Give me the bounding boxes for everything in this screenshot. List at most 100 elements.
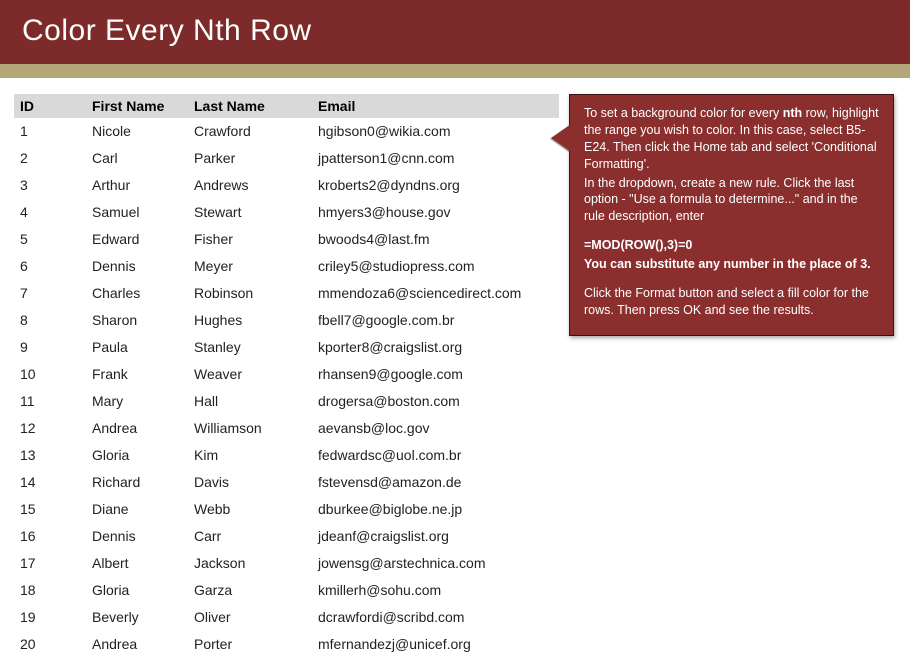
cell-id: 10 [14, 361, 86, 388]
cell-email: rhansen9@google.com [312, 361, 559, 388]
table-row: 10FrankWeaverrhansen9@google.com [14, 361, 559, 388]
table-row: 17AlbertJacksonjowensg@arstechnica.com [14, 550, 559, 577]
cell-id: 4 [14, 199, 86, 226]
cell-first: Gloria [86, 577, 188, 604]
cell-email: fstevensd@amazon.de [312, 469, 559, 496]
cell-email: mfernandezj@unicef.org [312, 631, 559, 658]
cell-id: 11 [14, 388, 86, 415]
cell-last: Davis [188, 469, 312, 496]
cell-email: drogersa@boston.com [312, 388, 559, 415]
table-row: 11MaryHalldrogersa@boston.com [14, 388, 559, 415]
col-header-id: ID [14, 94, 86, 118]
cell-first: Richard [86, 469, 188, 496]
table-row: 20AndreaPortermfernandezj@unicef.org [14, 631, 559, 658]
cell-id: 17 [14, 550, 86, 577]
table-row: 13GloriaKimfedwardsc@uol.com.br [14, 442, 559, 469]
cell-last: Carr [188, 523, 312, 550]
table-row: 18GloriaGarzakmillerh@sohu.com [14, 577, 559, 604]
table-row: 1NicoleCrawfordhgibson0@wikia.com [14, 118, 559, 145]
callout-p2: In the dropdown, create a new rule. Clic… [584, 175, 879, 226]
accent-bar [0, 64, 910, 78]
instruction-callout: To set a background color for every nth … [569, 94, 894, 336]
cell-id: 3 [14, 172, 86, 199]
callout-nth: nth [783, 106, 802, 120]
cell-first: Dennis [86, 523, 188, 550]
cell-email: aevansb@loc.gov [312, 415, 559, 442]
table-row: 16DennisCarrjdeanf@craigslist.org [14, 523, 559, 550]
callout-p3: Click the Format button and select a fil… [584, 285, 879, 319]
cell-id: 6 [14, 253, 86, 280]
table-row: 14RichardDavisfstevensd@amazon.de [14, 469, 559, 496]
cell-email: criley5@studiopress.com [312, 253, 559, 280]
cell-email: fbell7@google.com.br [312, 307, 559, 334]
cell-first: Mary [86, 388, 188, 415]
cell-id: 18 [14, 577, 86, 604]
cell-email: kroberts2@dyndns.org [312, 172, 559, 199]
table-row: 12AndreaWilliamsonaevansb@loc.gov [14, 415, 559, 442]
cell-id: 20 [14, 631, 86, 658]
callout-text: To set a background color for every [584, 106, 783, 120]
cell-last: Parker [188, 145, 312, 172]
col-header-last: Last Name [188, 94, 312, 118]
table-row: 7CharlesRobinsonmmendoza6@sciencedirect.… [14, 280, 559, 307]
cell-first: Dennis [86, 253, 188, 280]
cell-first: Paula [86, 334, 188, 361]
callout-formula: =MOD(ROW(),3)=0 [584, 237, 879, 254]
cell-id: 13 [14, 442, 86, 469]
cell-first: Andrea [86, 415, 188, 442]
cell-email: jdeanf@craigslist.org [312, 523, 559, 550]
cell-first: Sharon [86, 307, 188, 334]
cell-last: Fisher [188, 226, 312, 253]
cell-first: Frank [86, 361, 188, 388]
cell-last: Meyer [188, 253, 312, 280]
cell-first: Charles [86, 280, 188, 307]
cell-id: 12 [14, 415, 86, 442]
page-title: Color Every Nth Row [0, 0, 910, 64]
cell-id: 14 [14, 469, 86, 496]
cell-last: Williamson [188, 415, 312, 442]
callout-note: You can substitute any number in the pla… [584, 256, 879, 273]
cell-email: mmendoza6@sciencedirect.com [312, 280, 559, 307]
cell-id: 15 [14, 496, 86, 523]
col-header-first: First Name [86, 94, 188, 118]
table-row: 6DennisMeyercriley5@studiopress.com [14, 253, 559, 280]
cell-last: Webb [188, 496, 312, 523]
cell-last: Hughes [188, 307, 312, 334]
cell-last: Robinson [188, 280, 312, 307]
cell-id: 16 [14, 523, 86, 550]
cell-id: 5 [14, 226, 86, 253]
data-table: ID First Name Last Name Email 1NicoleCra… [14, 94, 559, 658]
col-header-email: Email [312, 94, 559, 118]
table-row: 3ArthurAndrewskroberts2@dyndns.org [14, 172, 559, 199]
data-table-wrap: ID First Name Last Name Email 1NicoleCra… [14, 94, 559, 658]
cell-id: 7 [14, 280, 86, 307]
table-row: 8SharonHughesfbell7@google.com.br [14, 307, 559, 334]
cell-first: Gloria [86, 442, 188, 469]
cell-email: jowensg@arstechnica.com [312, 550, 559, 577]
cell-email: kmillerh@sohu.com [312, 577, 559, 604]
cell-first: Nicole [86, 118, 188, 145]
table-row: 4SamuelStewarthmyers3@house.gov [14, 199, 559, 226]
table-row: 15DianeWebbdburkee@biglobe.ne.jp [14, 496, 559, 523]
cell-last: Stewart [188, 199, 312, 226]
cell-last: Weaver [188, 361, 312, 388]
cell-first: Samuel [86, 199, 188, 226]
callout-pointer-icon [551, 124, 571, 152]
cell-id: 1 [14, 118, 86, 145]
cell-id: 9 [14, 334, 86, 361]
cell-last: Jackson [188, 550, 312, 577]
cell-last: Andrews [188, 172, 312, 199]
table-row: 2CarlParkerjpatterson1@cnn.com [14, 145, 559, 172]
cell-last: Porter [188, 631, 312, 658]
cell-last: Crawford [188, 118, 312, 145]
instruction-callout-wrap: To set a background color for every nth … [569, 94, 900, 336]
cell-email: fedwardsc@uol.com.br [312, 442, 559, 469]
callout-p1: To set a background color for every nth … [584, 105, 879, 173]
cell-first: Andrea [86, 631, 188, 658]
cell-first: Arthur [86, 172, 188, 199]
cell-last: Hall [188, 388, 312, 415]
cell-last: Kim [188, 442, 312, 469]
cell-email: bwoods4@last.fm [312, 226, 559, 253]
table-row: 9PaulaStanleykporter8@craigslist.org [14, 334, 559, 361]
cell-last: Garza [188, 577, 312, 604]
